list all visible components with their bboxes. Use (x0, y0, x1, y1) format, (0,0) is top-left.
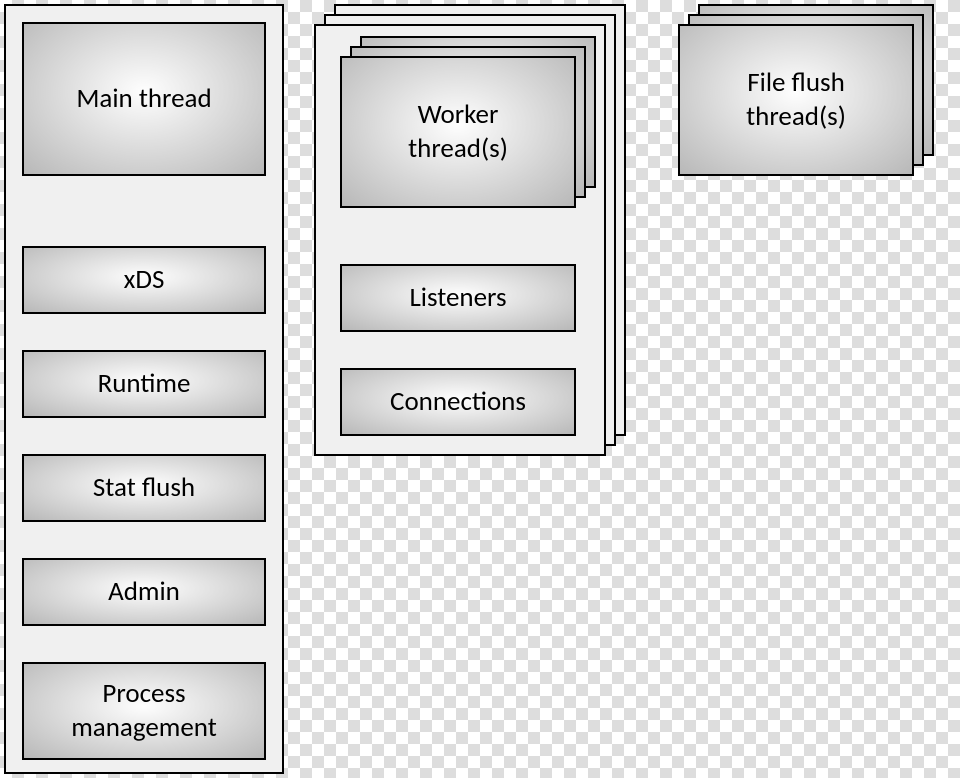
xds-box: xDS (22, 246, 266, 314)
stat-flush-box: Stat flush (22, 454, 266, 522)
worker-thread-box: Workerthread(s) (340, 56, 576, 208)
listeners-box: Listeners (340, 264, 576, 332)
runtime-box: Runtime (22, 350, 266, 418)
file-flush-box: File flushthread(s) (678, 24, 914, 176)
process-management-box: Processmanagement (22, 662, 266, 760)
worker-thread-container: Workerthread(s) Listeners Connections (314, 24, 606, 456)
admin-box: Admin (22, 558, 266, 626)
connections-box: Connections (340, 368, 576, 436)
main-thread-container: Main thread xDS Runtime Stat flush Admin… (4, 4, 284, 774)
main-thread-box: Main thread (22, 22, 266, 176)
